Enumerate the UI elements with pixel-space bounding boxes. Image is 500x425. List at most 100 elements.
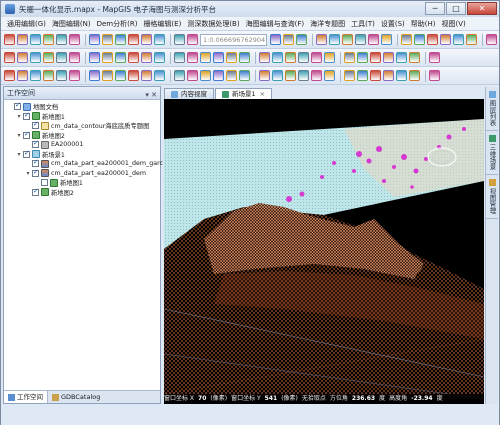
tool-button-icon[interactable] — [89, 34, 100, 45]
tool-button-icon[interactable] — [115, 70, 126, 81]
tool-button-icon[interactable] — [298, 52, 309, 63]
tool-button-icon[interactable] — [239, 52, 250, 63]
tool-button-icon[interactable] — [30, 34, 41, 45]
tree-node[interactable]: ▾ 新地图1 — [6, 111, 160, 122]
tool-button-icon[interactable] — [174, 52, 185, 63]
tool-button-icon[interactable] — [409, 52, 420, 63]
tool-button-icon[interactable] — [283, 34, 294, 45]
layer-visibility-checkbox[interactable] — [32, 139, 39, 149]
tool-button-icon[interactable] — [324, 70, 335, 81]
tool-button-icon[interactable] — [357, 70, 368, 81]
tool-button-icon[interactable] — [115, 34, 126, 45]
tool-button-icon[interactable] — [187, 34, 198, 45]
tool-button-icon[interactable] — [396, 70, 407, 81]
layer-visibility-checkbox[interactable] — [23, 130, 30, 139]
layer-visibility-checkbox[interactable] — [41, 179, 48, 187]
tree-node[interactable]: ▾ cm_data_part_ea200001_dem — [6, 168, 160, 179]
tool-button-icon[interactable] — [102, 52, 113, 63]
tree-node[interactable]: ▾ 新地图2 — [6, 130, 160, 141]
tool-button-icon[interactable] — [141, 34, 152, 45]
tool-button-icon[interactable] — [89, 52, 100, 63]
tool-button-icon[interactable] — [128, 52, 139, 63]
tool-button-icon[interactable] — [4, 52, 15, 63]
tool-button-icon[interactable] — [43, 34, 54, 45]
tool-button-icon[interactable] — [128, 70, 139, 81]
tool-button-icon[interactable] — [311, 52, 322, 63]
tool-button-icon[interactable] — [311, 70, 322, 81]
tool-button-icon[interactable] — [429, 52, 440, 63]
tool-button-icon[interactable] — [102, 70, 113, 81]
tool-button-icon[interactable] — [370, 70, 381, 81]
tool-button-icon[interactable] — [141, 52, 152, 63]
tool-button-icon[interactable] — [141, 70, 152, 81]
tree-toggle-icon[interactable]: ▾ — [15, 151, 23, 158]
tree-toggle-icon[interactable]: ▾ — [15, 113, 23, 120]
tool-button-icon[interactable] — [368, 34, 379, 45]
menu-item[interactable]: 测深数据处理(B) — [184, 19, 242, 29]
tool-button-icon[interactable] — [355, 34, 366, 45]
menu-item[interactable]: 海图编辑与查询(F) — [243, 19, 308, 29]
tool-button-icon[interactable] — [453, 34, 464, 45]
tab-workspace[interactable]: 工作空间 — [4, 391, 48, 403]
tool-button-icon[interactable] — [466, 34, 477, 45]
tool-button-icon[interactable] — [226, 52, 237, 63]
tool-button-icon[interactable] — [383, 70, 394, 81]
menu-item[interactable]: 视图(V) — [438, 19, 468, 29]
tool-button-icon[interactable] — [357, 52, 368, 63]
tool-button-icon[interactable] — [342, 34, 353, 45]
3d-scene-viewport[interactable] — [164, 99, 484, 404]
tool-button-icon[interactable] — [187, 52, 198, 63]
tool-button-icon[interactable] — [298, 70, 309, 81]
tool-button-icon[interactable] — [200, 70, 211, 81]
tool-button-icon[interactable] — [429, 70, 440, 81]
tool-button-icon[interactable] — [344, 52, 355, 63]
layer-visibility-checkbox[interactable] — [23, 149, 30, 158]
panel-pin-icon[interactable]: ▾ ✕ — [145, 89, 157, 102]
close-button[interactable]: ✕ — [467, 2, 497, 15]
tab-scene-1[interactable]: 新场景1 × — [215, 88, 273, 99]
tool-button-icon[interactable] — [486, 34, 497, 45]
tab-3d-scene[interactable]: 三维场景 — [486, 131, 498, 175]
menu-item[interactable]: 工具(T) — [348, 19, 378, 29]
tool-button-icon[interactable] — [115, 52, 126, 63]
maximize-button[interactable]: □ — [446, 2, 466, 15]
tab-content-view[interactable]: 内容视窗 — [164, 88, 214, 99]
tab-view-manager[interactable]: 视图管理 — [486, 175, 498, 219]
tool-button-icon[interactable] — [285, 52, 296, 63]
tool-button-icon[interactable] — [30, 52, 41, 63]
tab-gdbcatalog[interactable]: GDBCatalog — [48, 391, 104, 403]
tool-button-icon[interactable] — [259, 52, 270, 63]
tree-node[interactable]: cm_data_part_ea200001_dem_garc — [6, 158, 163, 169]
tool-button-icon[interactable] — [440, 34, 451, 45]
tool-button-icon[interactable] — [187, 70, 198, 81]
tool-button-icon[interactable] — [43, 52, 54, 63]
title-bar[interactable]: 矢栅一体化显示.mapx - MapGIS 电子海图与测深分析平台 ─ □ ✕ — [1, 1, 499, 17]
tab-close-icon[interactable]: × — [260, 89, 265, 99]
tool-button-icon[interactable] — [56, 70, 67, 81]
tool-button-icon[interactable] — [69, 70, 80, 81]
tree-node[interactable]: ▾ 新场景1 — [6, 149, 160, 160]
tool-button-icon[interactable] — [4, 70, 15, 81]
scale-combo[interactable]: 1:0.0666967629041... — [200, 33, 267, 46]
tool-button-icon[interactable] — [17, 34, 28, 45]
tool-button-icon[interactable] — [239, 70, 250, 81]
tool-button-icon[interactable] — [381, 34, 392, 45]
tool-button-icon[interactable] — [200, 52, 211, 63]
menu-item[interactable]: 设置(S) — [378, 19, 408, 29]
tool-button-icon[interactable] — [324, 52, 335, 63]
tool-button-icon[interactable] — [89, 70, 100, 81]
tool-button-icon[interactable] — [272, 52, 283, 63]
tool-button-icon[interactable] — [383, 52, 394, 63]
tool-button-icon[interactable] — [427, 34, 438, 45]
tool-button-icon[interactable] — [17, 52, 28, 63]
layer-visibility-checkbox[interactable] — [32, 168, 39, 177]
menu-item[interactable]: 海洋专题图 — [307, 19, 348, 29]
menu-item[interactable]: 海图编辑(N) — [49, 19, 94, 29]
tool-button-icon[interactable] — [296, 34, 307, 45]
tool-button-icon[interactable] — [43, 70, 54, 81]
tool-button-icon[interactable] — [102, 34, 113, 45]
tool-button-icon[interactable] — [154, 52, 165, 63]
tree-node[interactable]: 新地图2 — [6, 187, 160, 198]
tool-button-icon[interactable] — [128, 34, 139, 45]
layer-visibility-checkbox[interactable] — [23, 111, 30, 120]
